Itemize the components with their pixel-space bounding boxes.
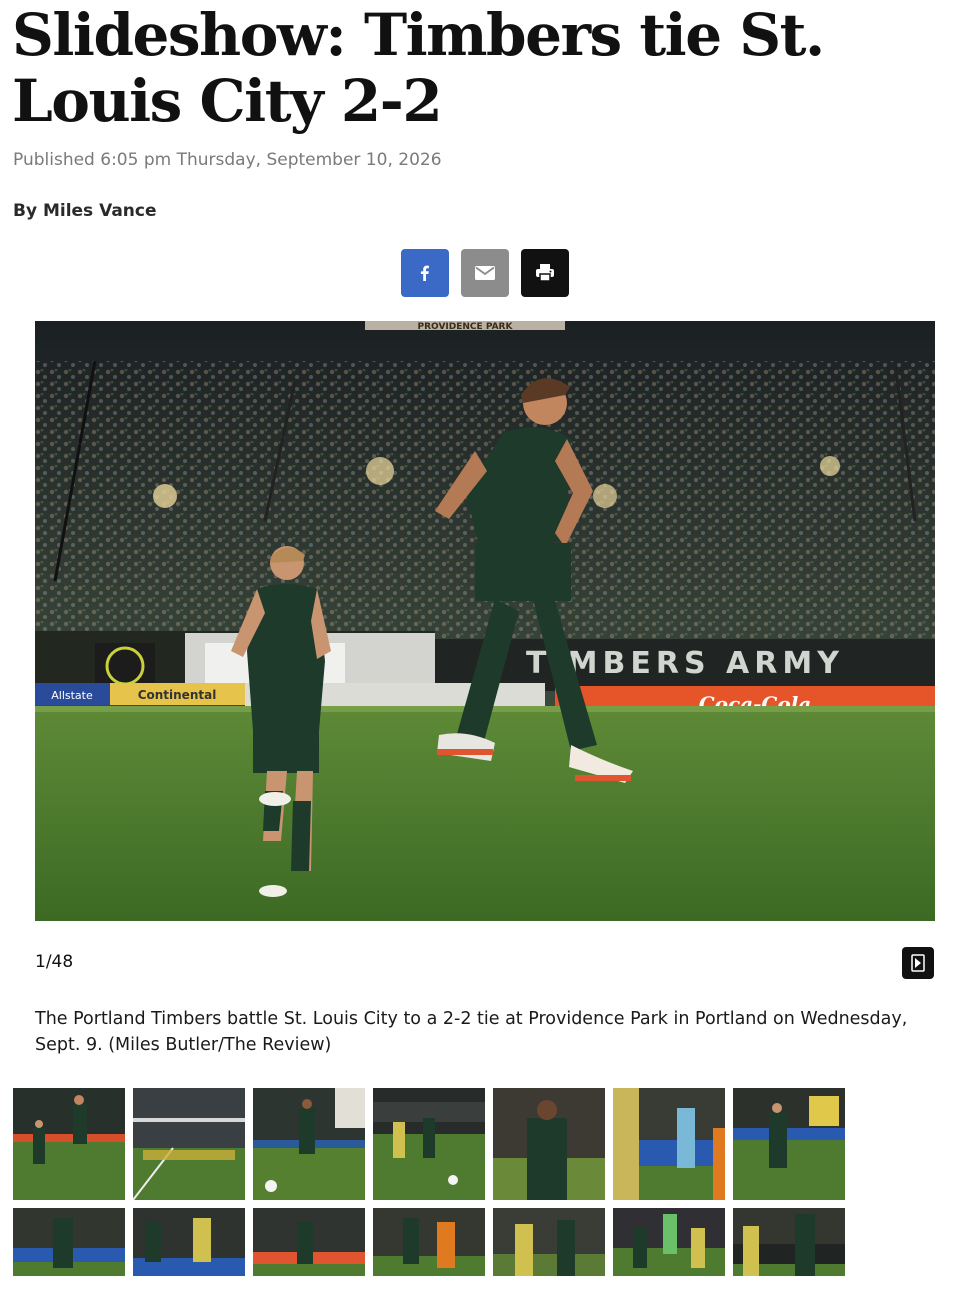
thumbnail-10[interactable] bbox=[253, 1208, 365, 1276]
print-icon bbox=[536, 264, 554, 282]
thumbnail-4[interactable] bbox=[373, 1088, 485, 1200]
thumbnail-5[interactable] bbox=[493, 1088, 605, 1200]
thumbnail-6[interactable] bbox=[613, 1088, 725, 1200]
thumbnail-grid bbox=[13, 1088, 848, 1284]
slide-caption: The Portland Timbers battle St. Louis Ci… bbox=[35, 1009, 908, 1055]
print-button[interactable] bbox=[521, 249, 569, 297]
slide-counter: 1/48 bbox=[35, 952, 74, 972]
next-slide-button[interactable] bbox=[902, 947, 934, 979]
facebook-icon bbox=[420, 265, 429, 281]
article-headline: Slideshow: Timbers tie St. Louis City 2-… bbox=[12, 1, 825, 135]
thumbnail-8[interactable] bbox=[13, 1208, 125, 1276]
banner-top-text: PROVIDENCE PARK bbox=[418, 322, 514, 332]
thumbnail-9[interactable] bbox=[133, 1208, 245, 1276]
ad-left-1: Allstate bbox=[51, 689, 93, 702]
thumbnail-3[interactable] bbox=[253, 1088, 365, 1200]
chevron-right-icon bbox=[911, 954, 925, 972]
mail-icon bbox=[475, 266, 495, 280]
thumbnail-12[interactable] bbox=[493, 1208, 605, 1276]
author-byline: By Miles Vance bbox=[13, 201, 157, 221]
share-bar bbox=[401, 249, 569, 297]
thumbnail-14[interactable] bbox=[733, 1208, 845, 1276]
ad-left-2: Continental bbox=[138, 688, 217, 702]
published-date: Published 6:05 pm Thursday, September 10… bbox=[13, 150, 442, 170]
slideshow-main-photo[interactable]: PROVIDENCE PARK TIMBERS ARMY Allstate Co… bbox=[35, 321, 935, 921]
facebook-share-button[interactable] bbox=[401, 249, 449, 297]
thumbnail-11[interactable] bbox=[373, 1208, 485, 1276]
thumbnail-1[interactable] bbox=[13, 1088, 125, 1200]
email-share-button[interactable] bbox=[461, 249, 509, 297]
thumbnail-13[interactable] bbox=[613, 1208, 725, 1276]
thumbnail-2[interactable] bbox=[133, 1088, 245, 1200]
thumbnail-7[interactable] bbox=[733, 1088, 845, 1200]
